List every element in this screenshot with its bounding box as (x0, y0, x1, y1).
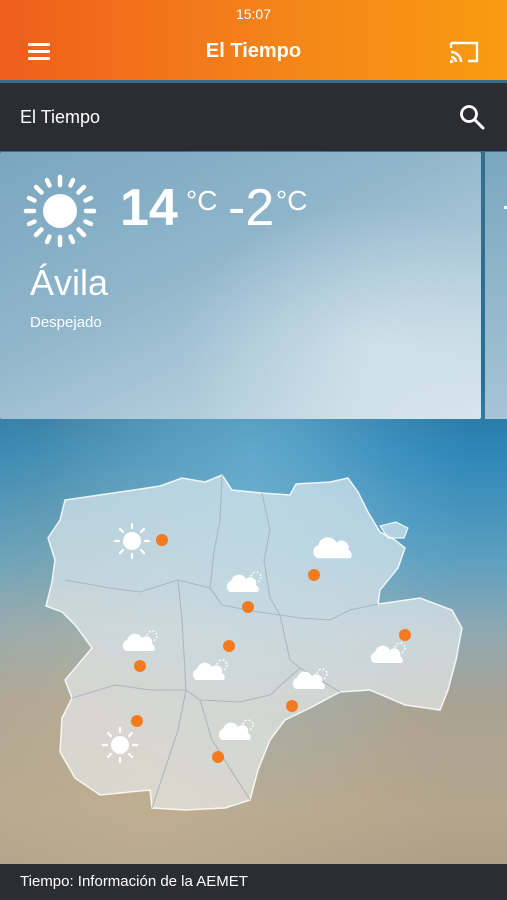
marker-salamanca (131, 715, 143, 727)
city-name: Ávila (30, 262, 109, 303)
temperature-max-unit: °C (186, 185, 218, 216)
toolbar: El Tiempo (0, 83, 507, 151)
marker-segovia (286, 700, 298, 712)
marker-valladolid (223, 640, 235, 652)
marker-soria (399, 629, 411, 641)
status-time: 15:07 (235, 6, 272, 22)
temperature-min: -2 (228, 179, 275, 237)
region-map[interactable] (0, 440, 507, 840)
marker-leon (156, 534, 168, 546)
weather-condition: Despejado (30, 314, 102, 331)
toolbar-title: El Tiempo (20, 107, 101, 127)
marker-palencia (242, 601, 254, 613)
app-bar: 15:07 El Tiempo (0, 0, 507, 80)
sun-icon (23, 174, 97, 248)
marker-burgos (308, 569, 320, 581)
marker-avila (212, 751, 224, 763)
cast-icon[interactable] (448, 38, 480, 66)
footer-bar: Tiempo: Información de la AEMET (0, 864, 507, 900)
weather-card[interactable]: 14 °C -2 °C Ávila Despejado (0, 152, 481, 419)
source-attribution[interactable]: Tiempo: Información de la AEMET (20, 873, 248, 890)
app-title: El Tiempo (205, 40, 302, 62)
marker-zamora (134, 660, 146, 672)
search-icon[interactable] (458, 103, 486, 131)
temperature-min-unit: °C (276, 185, 308, 216)
next-card-peek[interactable] (485, 152, 507, 419)
temperature-max: 14 (120, 179, 178, 237)
